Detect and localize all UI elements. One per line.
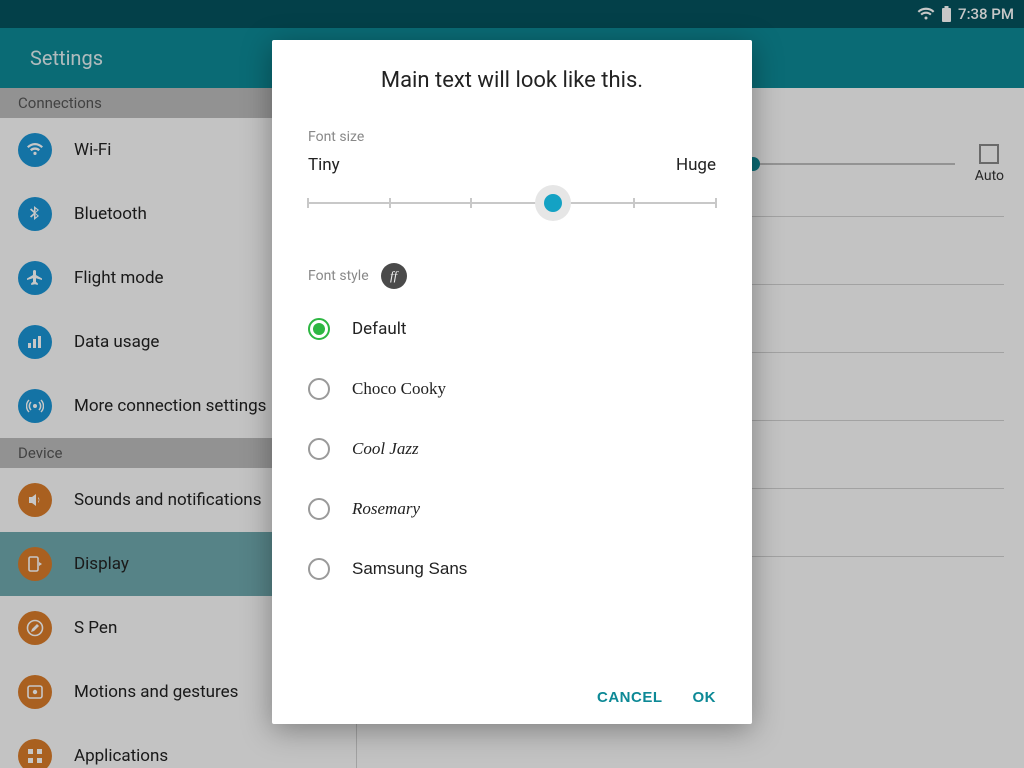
font-dialog: Main text will look like this. Font size…	[272, 40, 752, 724]
font-option-label: Cool Jazz	[352, 439, 419, 459]
dialog-title: Main text will look like this.	[308, 68, 716, 93]
font-option-cool-jazz[interactable]: Cool Jazz	[308, 419, 716, 479]
radio-icon	[308, 438, 330, 460]
font-size-slider[interactable]	[308, 183, 716, 223]
font-option-label: Rosemary	[352, 499, 420, 519]
font-option-samsung-sans[interactable]: Samsung Sans	[308, 539, 716, 599]
font-option-default[interactable]: Default	[308, 299, 716, 359]
slider-max-label: Huge	[676, 155, 716, 175]
slider-tick	[715, 198, 717, 208]
slider-min-label: Tiny	[308, 155, 340, 175]
font-option-rosemary[interactable]: Rosemary	[308, 479, 716, 539]
font-size-label: Font size	[308, 129, 716, 145]
radio-icon	[308, 378, 330, 400]
cancel-button[interactable]: CANCEL	[597, 689, 663, 706]
font-option-label: Choco Cooky	[352, 379, 446, 399]
font-option-label: Default	[352, 319, 406, 339]
radio-icon	[308, 558, 330, 580]
font-style-label: Font style ff	[308, 263, 716, 289]
font-option-choco-cooky[interactable]: Choco Cooky	[308, 359, 716, 419]
font-style-list: Default Choco Cooky Cool Jazz Rosemary Samsu…	[308, 299, 716, 599]
ok-button[interactable]: OK	[693, 689, 717, 706]
radio-icon	[308, 318, 330, 340]
font-option-label: Samsung Sans	[352, 559, 467, 579]
flipfont-icon: ff	[381, 263, 407, 289]
slider-tick	[633, 198, 635, 208]
slider-tick	[389, 198, 391, 208]
slider-thumb[interactable]	[535, 185, 571, 221]
slider-tick	[470, 198, 472, 208]
radio-icon	[308, 498, 330, 520]
slider-tick	[307, 198, 309, 208]
